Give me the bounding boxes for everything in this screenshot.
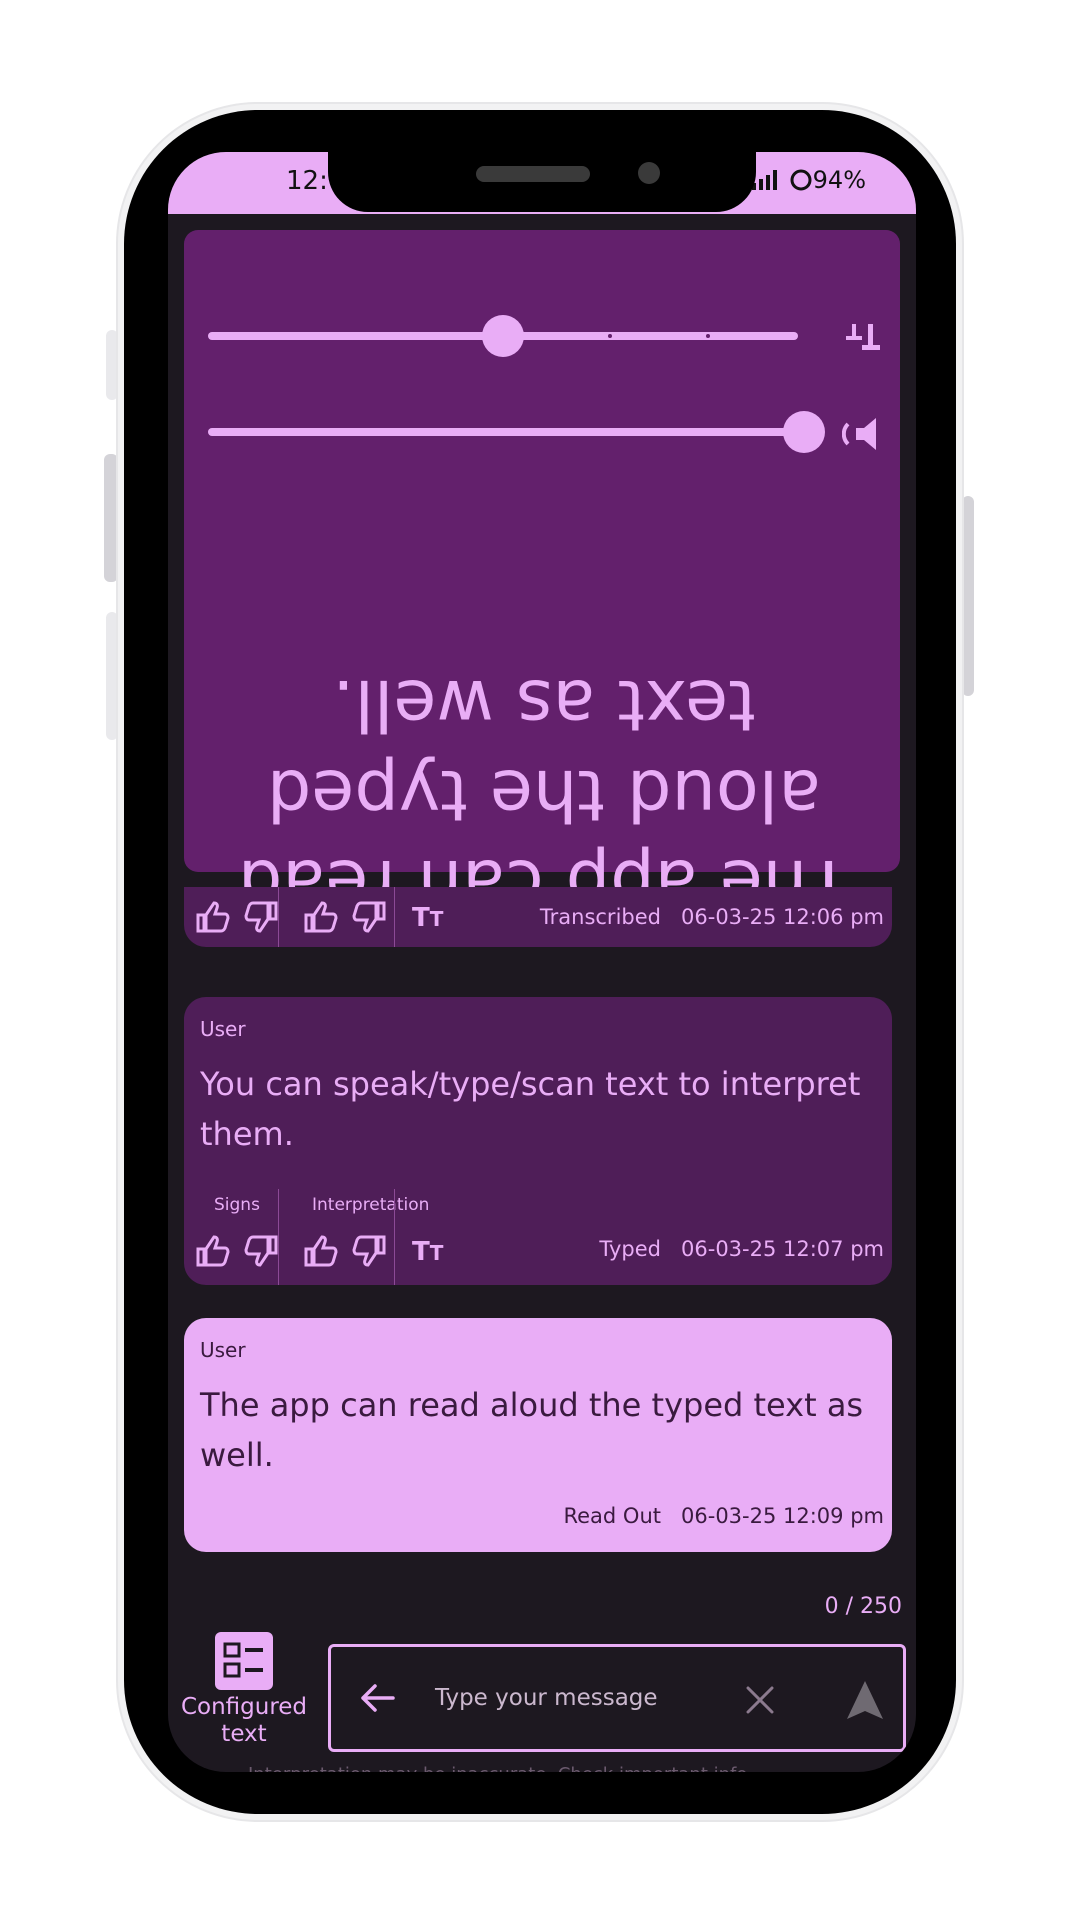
text-size-button[interactable]: TT <box>412 903 443 933</box>
interpretation-feedback <box>300 897 390 937</box>
thumbs-down-icon[interactable] <box>350 897 390 937</box>
screen: 12:0 94% The app can read aloud the type… <box>168 152 916 1772</box>
back-arrow-icon[interactable] <box>359 1683 395 1713</box>
thumbs-up-icon[interactable] <box>300 897 340 937</box>
slider-tick <box>608 334 612 338</box>
signs-feedback <box>192 1231 282 1271</box>
speaker <box>476 166 590 182</box>
message-card-typed: User You can speak/type/scan text to int… <box>184 997 892 1285</box>
signal-icon <box>752 170 777 190</box>
divider <box>278 887 279 947</box>
message-timestamp: 06-03-25 12:06 pm <box>681 905 884 929</box>
message-role: User <box>200 1338 246 1362</box>
message-meta: Read Out 06-03-25 12:09 pm <box>563 1504 884 1528</box>
configured-text-button[interactable]: Configured text <box>176 1632 312 1762</box>
battery-ring-icon <box>790 169 812 191</box>
signs-feedback <box>192 897 282 937</box>
message-timestamp: 06-03-25 12:09 pm <box>681 1504 884 1528</box>
send-icon[interactable] <box>845 1679 885 1721</box>
interpretation-label: Interpretation <box>312 1195 430 1215</box>
configured-text-label: Configured text <box>180 1694 308 1747</box>
clear-icon[interactable] <box>745 1685 775 1715</box>
display-panel: The app can read aloud the typed text as… <box>184 230 900 926</box>
message-source: Transcribed <box>539 905 661 929</box>
character-counter: 0 / 250 <box>824 1594 902 1619</box>
disclaimer-note: Interpretation may be inaccurate. Check … <box>248 1764 747 1772</box>
slider-tick <box>706 334 710 338</box>
divider <box>394 1189 395 1285</box>
thumbs-up-icon[interactable] <box>192 1231 232 1271</box>
signs-label: Signs <box>214 1195 260 1215</box>
configured-list-icon <box>215 1632 273 1690</box>
thumbs-up-icon[interactable] <box>300 1231 340 1271</box>
message-card-transcribed: TT Transcribed 06-03-25 12:06 pm <box>184 887 892 947</box>
text-size-icon <box>846 324 880 350</box>
interpretation-feedback <box>300 1231 390 1271</box>
message-card-read-out: User The app can read aloud the typed te… <box>184 1318 892 1552</box>
divider <box>394 887 395 947</box>
battery-percent: 94% <box>812 166 866 194</box>
thumbs-up-icon[interactable] <box>192 897 232 937</box>
battery-indicator: 94% <box>789 166 866 194</box>
front-camera <box>638 162 660 184</box>
text-size-slider-thumb[interactable] <box>482 315 524 357</box>
message-source: Typed <box>599 1237 661 1261</box>
message-input[interactable]: Type your message <box>328 1644 906 1752</box>
text-size-button[interactable]: TT <box>412 1237 443 1267</box>
volume-slider[interactable] <box>208 428 804 436</box>
message-role: User <box>200 1017 246 1041</box>
message-source: Read Out <box>563 1504 661 1528</box>
message-meta: Typed 06-03-25 12:07 pm <box>599 1237 884 1261</box>
message-text: You can speak/type/scan text to interpre… <box>200 1065 861 1153</box>
volume-slider-thumb[interactable] <box>783 411 825 453</box>
message-timestamp: 06-03-25 12:07 pm <box>681 1237 884 1261</box>
speaker-volume-icon <box>842 418 876 450</box>
thumbs-down-icon[interactable] <box>242 1231 282 1271</box>
message-input-placeholder: Type your message <box>435 1685 658 1711</box>
camera-notch <box>328 152 756 212</box>
thumbs-down-icon[interactable] <box>350 1231 390 1271</box>
message-meta: Transcribed 06-03-25 12:06 pm <box>540 905 884 929</box>
message-text: The app can read aloud the typed text as… <box>200 1386 864 1474</box>
thumbs-down-icon[interactable] <box>242 897 282 937</box>
